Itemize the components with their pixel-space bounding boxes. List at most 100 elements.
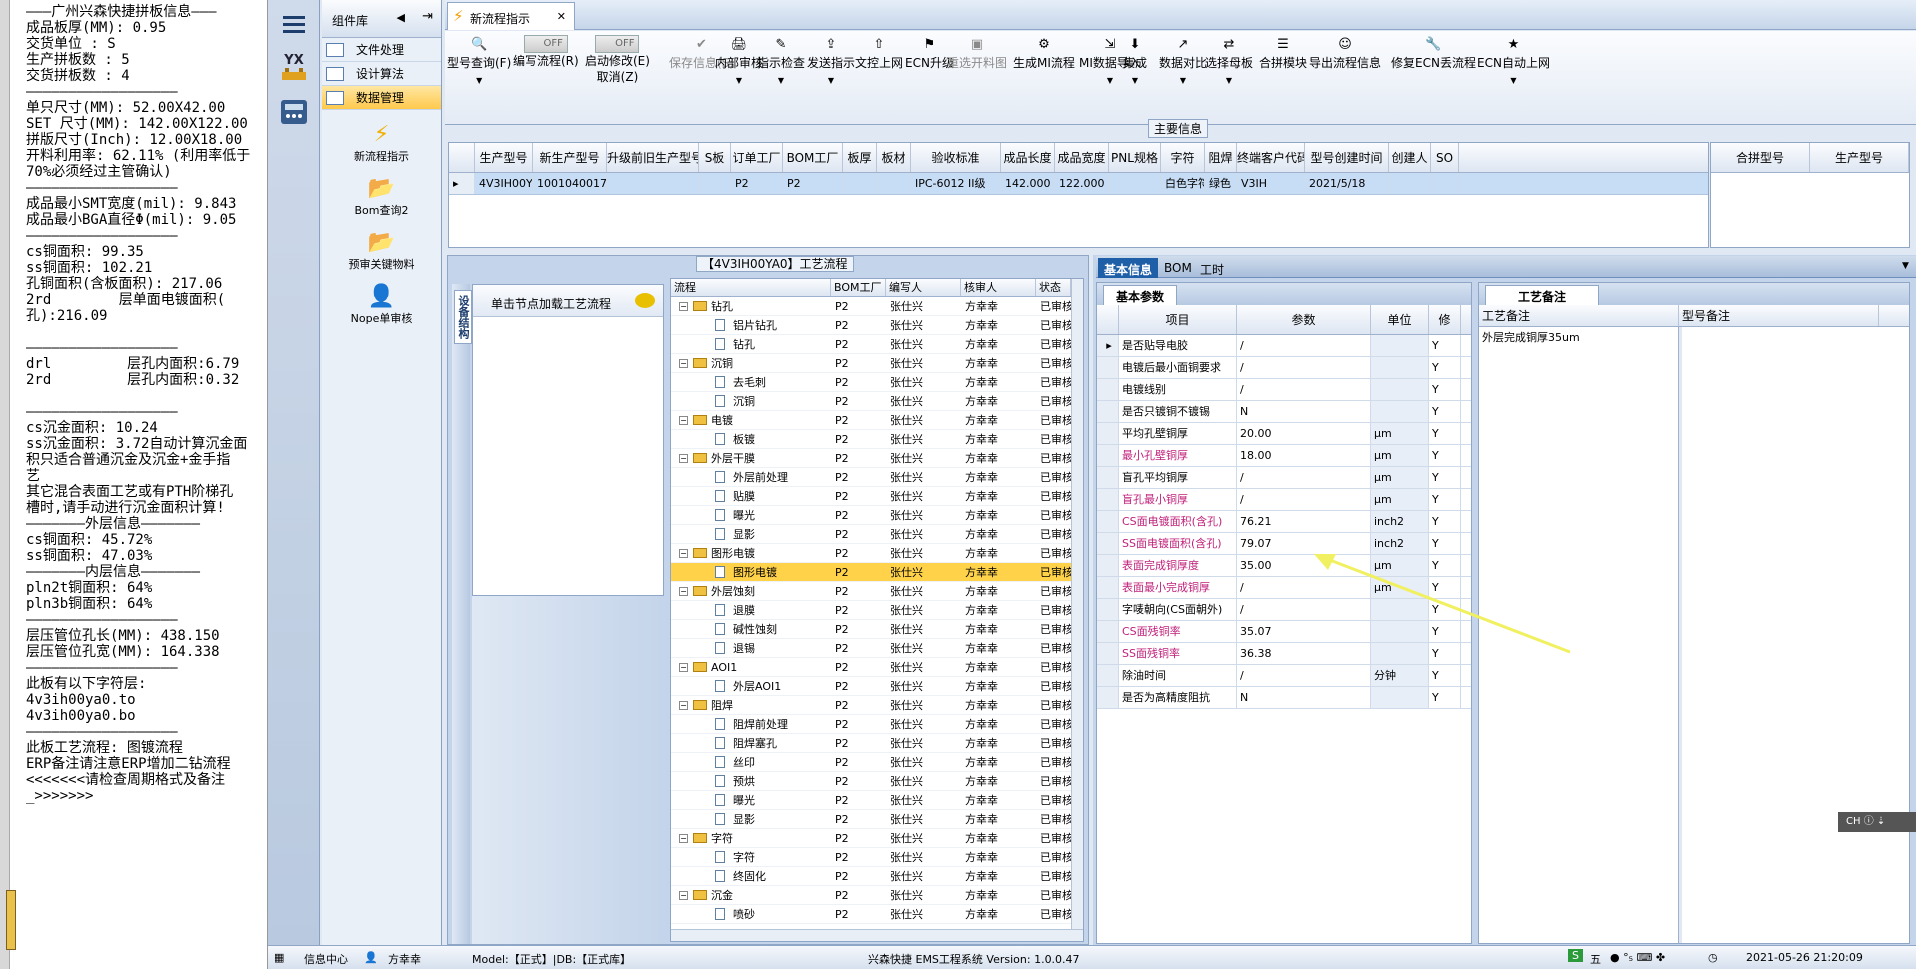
- status-cell[interactable]: 已审核: [1036, 468, 1071, 486]
- table-row[interactable]: 去毛刺 P2 张仕兴 方幸幸 已审核: [671, 373, 1083, 392]
- reviewer-cell[interactable]: 方幸幸: [961, 658, 1036, 676]
- bom-factory-cell[interactable]: P2: [831, 582, 886, 600]
- tray-ime-label[interactable]: 五: [1590, 951, 1601, 967]
- process-name-cell[interactable]: 沉铜: [671, 392, 831, 410]
- detail-tab[interactable]: 工时: [1194, 258, 1230, 278]
- table-row[interactable]: 沉铜 P2 张仕兴 方幸幸 已审核: [671, 392, 1083, 411]
- table-row[interactable]: 图形电镀 P2 张仕兴 方幸幸 已审核: [671, 563, 1083, 582]
- table-cell[interactable]: [699, 173, 731, 194]
- bom-factory-cell[interactable]: P2: [831, 525, 886, 543]
- chevron-down-icon[interactable]: ▼: [757, 71, 805, 91]
- param-row[interactable]: 最小孔壁铜厚 18.00 μm Y: [1097, 445, 1471, 467]
- writer-cell[interactable]: 张仕兴: [886, 696, 961, 714]
- param-value-field[interactable]: 36.38: [1237, 643, 1371, 664]
- bom-factory-cell[interactable]: P2: [831, 810, 886, 828]
- chevron-down-icon[interactable]: ▼: [1896, 258, 1915, 278]
- tab-craft-notes[interactable]: 工艺备注: [1485, 285, 1600, 305]
- close-icon[interactable]: ✕: [557, 10, 566, 23]
- table-row[interactable]: 曝光 P2 张仕兴 方幸幸 已审核: [671, 791, 1083, 810]
- menu-icon[interactable]: [276, 6, 312, 42]
- column-header[interactable]: 创建人: [1389, 143, 1431, 172]
- craft-note-cell[interactable]: 外层完成铜厚35um: [1479, 327, 1679, 943]
- process-name-cell[interactable]: 阻焊前处理: [671, 715, 831, 733]
- param-row[interactable]: 字唛朝向(CS面朝外) / Y: [1097, 599, 1471, 621]
- writer-cell[interactable]: 张仕兴: [886, 886, 961, 904]
- process-name-cell[interactable]: 预烘: [671, 772, 831, 790]
- component-tool[interactable]: 📂 Bom查询2: [322, 174, 441, 218]
- expand-toggle-icon[interactable]: −: [679, 587, 688, 596]
- column-header[interactable]: 核审人: [961, 279, 1036, 296]
- reviewer-cell[interactable]: 方幸幸: [961, 639, 1036, 657]
- bom-factory-cell[interactable]: P2: [831, 696, 886, 714]
- column-header[interactable]: 验收标准: [911, 143, 1001, 172]
- toolbar-button[interactable]: ⬇ 集成 ▼: [1123, 35, 1147, 91]
- table-cell[interactable]: [1109, 173, 1161, 194]
- writer-cell[interactable]: 张仕兴: [886, 373, 961, 391]
- toolbar-button[interactable]: 🔍 型号查询(F) ▼: [447, 35, 511, 91]
- writer-cell[interactable]: 张仕兴: [886, 316, 961, 334]
- tree-horizontal-scrollbar[interactable]: [671, 929, 1083, 941]
- status-cell[interactable]: 已审核: [1036, 335, 1071, 353]
- table-cell[interactable]: 4V3IH00YA0: [475, 173, 533, 194]
- param-value-field[interactable]: 35.07: [1237, 621, 1371, 642]
- process-tree-grid[interactable]: 流程 BOM工厂 编写人 核审人 状态 − 钻孔 P2 张仕兴 方幸幸 已审核 铝片钻孔 P2 张仕兴方…: [670, 278, 1084, 942]
- table-row[interactable]: ▸4V3IH00YA010010400171523 P2P2 IPC-6012 II…: [449, 173, 1708, 195]
- writer-cell[interactable]: 张仕兴: [886, 620, 961, 638]
- table-cell[interactable]: 142.000: [1001, 173, 1055, 194]
- process-name-cell[interactable]: − 字符: [671, 829, 831, 847]
- column-header[interactable]: 生产型号: [475, 143, 533, 172]
- reviewer-cell[interactable]: 方幸幸: [961, 430, 1036, 448]
- writer-cell[interactable]: 张仕兴: [886, 487, 961, 505]
- table-row[interactable]: 贴膜 P2 张仕兴 方幸幸 已审核: [671, 487, 1083, 506]
- param-value-field[interactable]: N: [1237, 401, 1371, 422]
- process-name-cell[interactable]: 喷砂: [671, 905, 831, 923]
- reviewer-cell[interactable]: 方幸幸: [961, 373, 1036, 391]
- bom-factory-cell[interactable]: P2: [831, 297, 886, 315]
- table-row[interactable]: 显影 P2 张仕兴 方幸幸 已审核: [671, 525, 1083, 544]
- expand-toggle-icon[interactable]: −: [679, 549, 688, 558]
- writer-cell[interactable]: 张仕兴: [886, 354, 961, 372]
- toolbar-button[interactable]: ✎ 指示检查 ▼: [757, 35, 805, 91]
- writer-cell[interactable]: 张仕兴: [886, 810, 961, 828]
- reviewer-cell[interactable]: 方幸幸: [961, 487, 1036, 505]
- reviewer-cell[interactable]: 方幸幸: [961, 848, 1036, 866]
- process-name-cell[interactable]: 板镀: [671, 430, 831, 448]
- param-row[interactable]: CS面电镀面积(含孔) 76.21 inch2 Y: [1097, 511, 1471, 533]
- status-cell[interactable]: 已审核: [1036, 544, 1071, 562]
- table-row[interactable]: − 图形电镀 P2 张仕兴 方幸幸 已审核: [671, 544, 1083, 563]
- table-row[interactable]: 铝片钻孔 P2 张仕兴 方幸幸 已审核: [671, 316, 1083, 335]
- bom-factory-cell[interactable]: P2: [831, 867, 886, 885]
- expand-toggle-icon[interactable]: −: [679, 834, 688, 843]
- reviewer-cell[interactable]: 方幸幸: [961, 696, 1036, 714]
- reviewer-cell[interactable]: 方幸幸: [961, 791, 1036, 809]
- bom-factory-cell[interactable]: P2: [831, 563, 886, 581]
- reviewer-cell[interactable]: 方幸幸: [961, 905, 1036, 923]
- writer-cell[interactable]: 张仕兴: [886, 677, 961, 695]
- chevron-down-icon[interactable]: ▼: [1123, 71, 1147, 91]
- table-row[interactable]: 喷砂 P2 张仕兴 方幸幸 已审核: [671, 905, 1083, 924]
- param-value-field[interactable]: /: [1237, 665, 1371, 686]
- param-value-field[interactable]: 35.00: [1237, 555, 1371, 576]
- bom-factory-cell[interactable]: P2: [831, 354, 886, 372]
- status-cell[interactable]: 已审核: [1036, 791, 1071, 809]
- status-cell[interactable]: 已审核: [1036, 829, 1071, 847]
- process-name-cell[interactable]: − 电镀: [671, 411, 831, 429]
- toolbar-button[interactable]: ☺ 导出流程信息: [1309, 35, 1381, 71]
- bom-factory-cell[interactable]: P2: [831, 772, 886, 790]
- table-row[interactable]: − 字符 P2 张仕兴 方幸幸 已审核: [671, 829, 1083, 848]
- table-cell[interactable]: [877, 173, 911, 194]
- chat-bubble-icon[interactable]: [635, 293, 655, 308]
- reviewer-cell[interactable]: 方幸幸: [961, 316, 1036, 334]
- reviewer-cell[interactable]: 方幸幸: [961, 449, 1036, 467]
- toolbar-button[interactable]: OFF 启动修改(E) 取消(Z): [585, 35, 650, 85]
- notepad-text[interactable]: ———广州兴森快捷拼板信息——— 成品板厚(MM): 0.95 交货单位 : S…: [26, 4, 267, 804]
- bom-factory-cell[interactable]: P2: [831, 430, 886, 448]
- ime-indicator[interactable]: CH ⓘ ⇣: [1838, 812, 1916, 832]
- status-cell[interactable]: 已审核: [1036, 620, 1071, 638]
- table-cell[interactable]: [843, 173, 877, 194]
- column-header[interactable]: 工艺备注: [1479, 305, 1679, 326]
- column-header[interactable]: 型号创建时间: [1305, 143, 1389, 172]
- status-cell[interactable]: 已审核: [1036, 316, 1071, 334]
- process-name-cell[interactable]: − 图形电镀: [671, 544, 831, 562]
- bom-factory-cell[interactable]: P2: [831, 335, 886, 353]
